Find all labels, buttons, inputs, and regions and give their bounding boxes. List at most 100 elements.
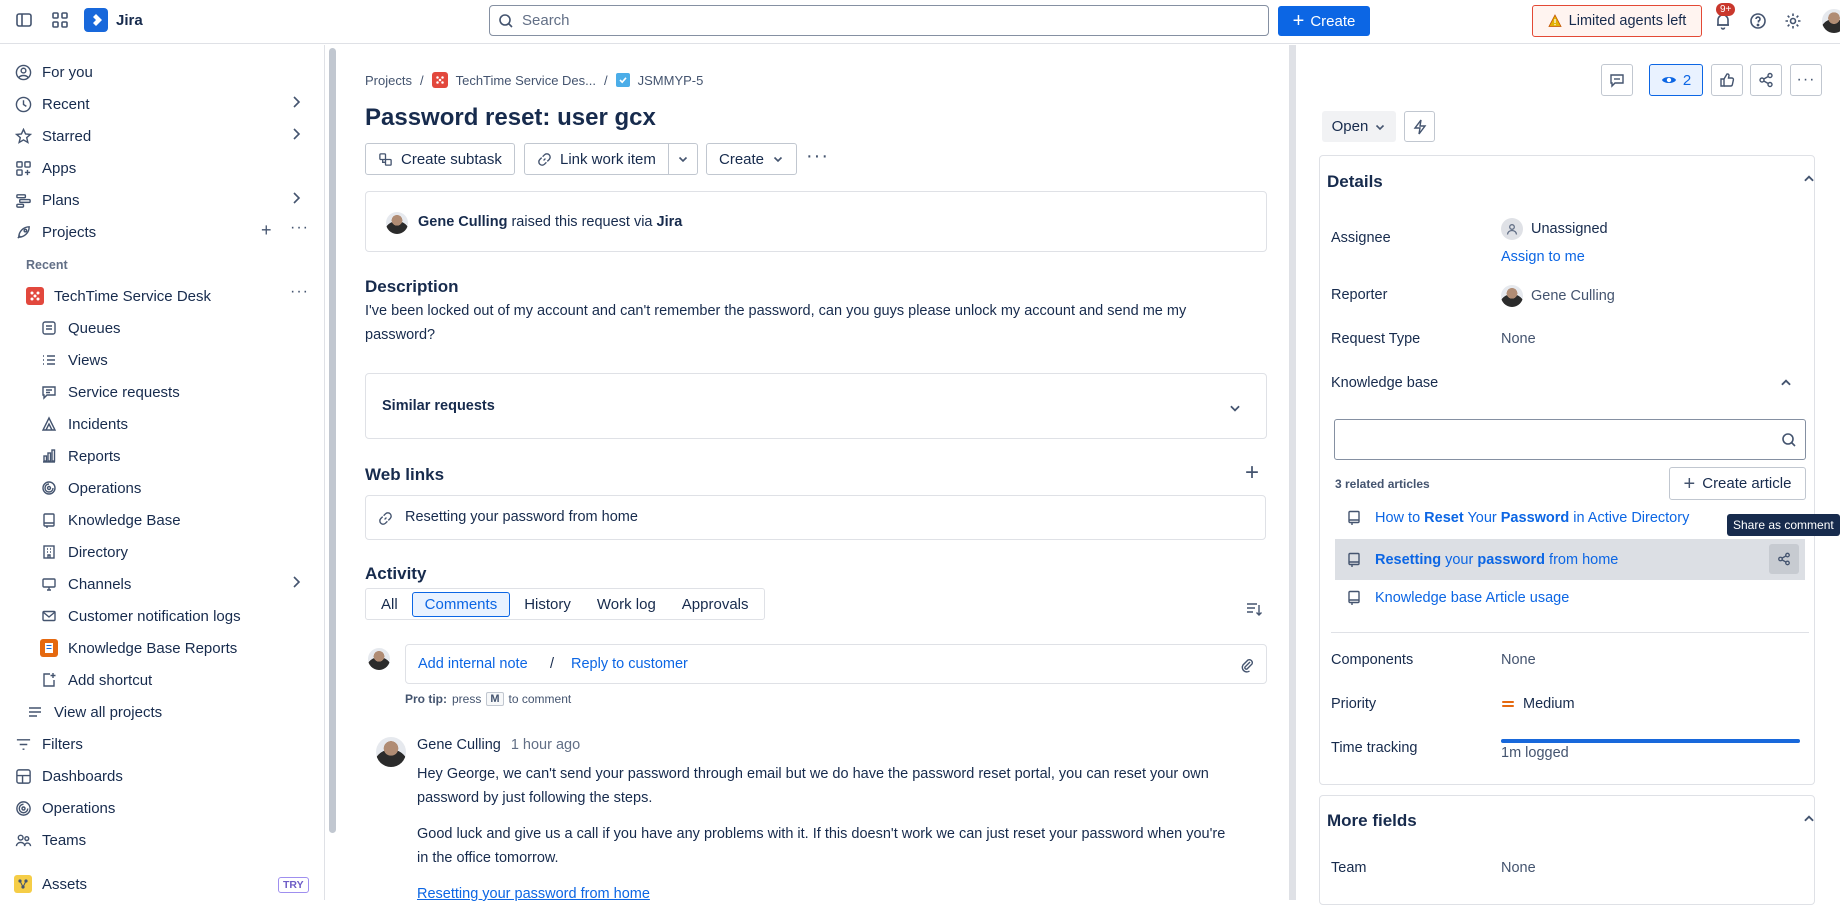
settings-gear-icon[interactable] [1779,7,1807,35]
sidebar-scrollbar[interactable] [329,48,336,833]
request-type-value[interactable]: None [1501,331,1536,347]
sidebar-item-projects[interactable]: Projects [14,218,96,246]
kb-search-input[interactable] [1334,419,1806,460]
tab-comments[interactable]: Comments [411,591,511,617]
sidebar-item-dashboards[interactable]: Dashboards [14,762,123,790]
web-link-item[interactable]: Resetting your password from home [365,495,1266,540]
sidebar-item-operations-global[interactable]: Operations [14,794,115,822]
related-articles-count: 3 related articles [1335,477,1430,491]
tab-work-log[interactable]: Work log [585,593,668,616]
automation-button[interactable] [1404,111,1435,142]
help-icon[interactable] [1744,7,1772,35]
sidebar-item-plans[interactable]: Plans [14,186,80,214]
sidebar-item-project[interactable]: TechTime Service Desk [26,282,211,310]
sidebar-item-queues[interactable]: Queues [40,314,121,342]
sidebar-item-recent[interactable]: Recent [14,90,90,118]
limited-agents-button[interactable]: Limited agents left [1532,5,1702,37]
sidebar-item-add-shortcut[interactable]: Add shortcut [40,666,152,694]
link-work-item-dropdown[interactable] [668,143,698,175]
details-heading[interactable]: Details [1327,172,1383,192]
web-links-heading: Web links [365,465,445,484]
sidebar-item-filters[interactable]: Filters [14,730,83,758]
add-internal-note-link[interactable]: Add internal note [418,656,528,672]
breadcrumb-project[interactable]: TechTime Service Des... [456,73,596,88]
raiser-name[interactable]: Gene Culling [418,214,507,230]
notification-badge: 9+ [1716,3,1736,16]
breadcrumb-issue-key[interactable]: JSMMYP-5 [638,73,704,88]
reporter-value[interactable]: Gene Culling [1501,285,1615,307]
sidebar-item-for-you[interactable]: For you [14,58,93,86]
time-tracking-bar[interactable] [1501,739,1800,743]
more-fields-heading[interactable]: More fields [1327,811,1417,831]
sidebar-item-incidents[interactable]: Incidents [40,410,128,438]
share-button[interactable] [1750,64,1782,96]
sidebar-item-views[interactable]: Views [40,346,108,374]
add-web-link-icon[interactable]: + [1245,459,1259,487]
chevron-right-icon[interactable] [290,575,302,589]
sidebar-item-apps[interactable]: Apps [14,154,76,182]
attachment-icon[interactable] [1239,657,1255,673]
create-subtask-button[interactable]: Create subtask [365,143,515,175]
status-dropdown[interactable]: Open [1322,111,1396,142]
description-text[interactable]: I've been locked out of my account and c… [365,299,1275,347]
issue-title[interactable]: Password reset: user gcx [365,104,656,132]
kb-article-item[interactable]: Knowledge base Article usage [1335,579,1805,617]
tab-approvals[interactable]: Approvals [670,593,761,616]
sidebar-item-service-requests[interactable]: Service requests [40,378,180,406]
separator-slash: / [550,656,555,672]
feedback-button[interactable] [1601,64,1633,96]
panel-divider[interactable] [1289,45,1296,900]
chevron-right-icon[interactable] [290,191,302,205]
reply-to-customer-link[interactable]: Reply to customer [571,656,688,672]
chevron-up-icon[interactable] [1802,172,1816,186]
assign-to-me-link[interactable]: Assign to me [1501,249,1585,265]
breadcrumb-projects[interactable]: Projects [365,73,412,88]
add-project-icon[interactable]: + [261,220,272,241]
sidebar-item-operations[interactable]: Operations [40,474,141,502]
search-input[interactable]: Search [489,5,1269,36]
share-as-comment-button[interactable] [1769,544,1799,574]
sidebar-item-knowledge-base-reports[interactable]: Knowledge Base Reports [40,634,237,662]
project-more-icon[interactable]: ··· [290,283,309,301]
jira-logo[interactable]: Jira [84,8,143,32]
create-menu-button[interactable]: Create [706,143,798,175]
sort-icon[interactable] [1245,600,1263,618]
sidebar-item-customer-notification-logs[interactable]: Customer notification logs [40,602,241,630]
more-actions-icon[interactable]: ··· [806,145,829,168]
sidebar-item-assets[interactable]: Assets [14,870,87,898]
comment-time[interactable]: 1 hour ago [511,737,580,753]
comment-editor[interactable]: Add internal note / Reply to customer [405,644,1267,684]
tab-all[interactable]: All [369,593,410,616]
sidebar-item-reports[interactable]: Reports [40,442,121,470]
like-button[interactable] [1711,64,1743,96]
sidebar-item-knowledge-base[interactable]: Knowledge Base [40,506,181,534]
sidebar-toggle-icon[interactable] [10,6,38,34]
assignee-value[interactable]: Unassigned [1501,218,1608,240]
create-article-button[interactable]: + Create article [1669,467,1806,500]
comment-link[interactable]: Resetting your password from home [417,882,1267,906]
chevron-right-icon[interactable] [290,95,302,109]
sidebar-item-channels[interactable]: Channels [40,570,131,598]
sidebar-item-teams[interactable]: Teams [14,826,86,854]
chevron-up-icon[interactable] [1779,376,1793,390]
more-icon[interactable]: ··· [290,219,309,237]
sidebar-item-directory[interactable]: Directory [40,538,128,566]
priority-value[interactable]: Medium [1501,696,1575,712]
more-button[interactable]: ··· [1790,64,1822,96]
watchers-button[interactable]: 2 [1649,64,1703,96]
sidebar-item-view-all-projects[interactable]: View all projects [26,698,162,726]
user-avatar[interactable] [1822,9,1840,33]
kb-article-item[interactable]: Resetting your password from home [1335,539,1805,580]
create-button[interactable]: + Create [1278,6,1370,36]
chevron-right-icon[interactable] [290,127,302,141]
link-work-item-button[interactable]: Link work item [524,143,669,175]
comment-author[interactable]: Gene Culling [417,737,501,753]
team-value[interactable]: None [1501,860,1536,876]
app-switcher-icon[interactable] [46,6,74,34]
tab-history[interactable]: History [512,593,583,616]
sidebar-item-starred[interactable]: Starred [14,122,91,150]
chevron-up-icon[interactable] [1802,812,1816,826]
components-value[interactable]: None [1501,652,1536,668]
subtask-icon [379,152,392,166]
similar-requests-panel[interactable]: Similar requests [365,373,1267,439]
